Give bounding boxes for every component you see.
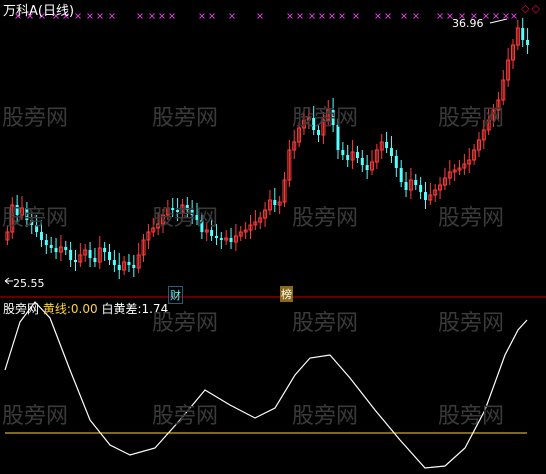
diamond-icon[interactable]: ◇ (532, 2, 542, 15)
watermark: 股旁网 (438, 404, 505, 429)
candle-body (341, 150, 345, 155)
candle-body (73, 260, 77, 262)
watermark: 股旁网 (152, 404, 219, 429)
candle-body (54, 248, 58, 252)
candle-body (229, 238, 233, 242)
candle-body (127, 262, 131, 265)
watermark: 股旁网 (2, 206, 69, 231)
finance-marker[interactable]: 财 (168, 286, 183, 304)
watermark: 股旁网 (438, 206, 505, 231)
candle-body (394, 156, 398, 168)
candle-body (273, 200, 277, 205)
candle-body (404, 182, 408, 190)
candle-body (108, 252, 112, 260)
watermark: 股旁网 (292, 106, 359, 131)
candle-body (399, 168, 403, 182)
candle-body (521, 28, 525, 40)
diamond-icon[interactable]: ◇ (521, 2, 531, 15)
high-price-label: 36.96 (452, 17, 484, 30)
watermark: 股旁网 (2, 106, 69, 131)
candle-body (219, 238, 223, 240)
candle-body (44, 240, 48, 245)
candle-body (88, 250, 92, 258)
low-price-label: 25.55 (13, 277, 45, 290)
candle-body (117, 265, 121, 270)
candle-body (103, 248, 107, 252)
white-yellow-diff-label: 白黄差: (101, 302, 142, 316)
candle-body (389, 148, 393, 156)
candle-body (112, 260, 116, 265)
candle-body (93, 258, 97, 262)
candle-body (385, 142, 389, 148)
indicator-name: 股旁网 (3, 302, 40, 316)
yellow-line-value: 0.00 (70, 302, 98, 316)
watermark: 股旁网 (152, 106, 219, 131)
window-controls[interactable]: ◇◇ (521, 2, 542, 15)
candle-body (360, 158, 364, 165)
candle-body (214, 236, 218, 238)
watermark: 股旁网 (292, 311, 359, 336)
candle-body (49, 245, 53, 248)
candle-body (365, 165, 369, 170)
candle-body (64, 247, 68, 250)
chart-title: 万科A(日线) (3, 4, 75, 19)
high-price-pointer (489, 18, 508, 24)
candle-body (132, 265, 136, 268)
watermark: 股旁网 (152, 206, 219, 231)
candle-body (419, 185, 423, 192)
watermark: 股旁网 (2, 404, 69, 429)
watermark: 股旁网 (438, 106, 505, 131)
watermark: 股旁网 (292, 404, 359, 429)
watermark: 股旁网 (438, 311, 505, 336)
indicator-title: 股旁网 黄线:0.00 白黄差:1.74 (3, 300, 168, 317)
candle-body (39, 232, 43, 240)
watermark: 股旁网 (292, 206, 359, 231)
candle-body (526, 40, 530, 45)
candle-body (69, 250, 73, 260)
yellow-line-label: 黄线: (42, 302, 71, 316)
candle-body (355, 152, 359, 158)
ranking-marker[interactable]: 榜 (280, 286, 293, 302)
watermark: 股旁网 (152, 311, 219, 336)
candle-body (414, 180, 418, 185)
candle-body (423, 192, 427, 200)
candle-body (346, 155, 350, 160)
